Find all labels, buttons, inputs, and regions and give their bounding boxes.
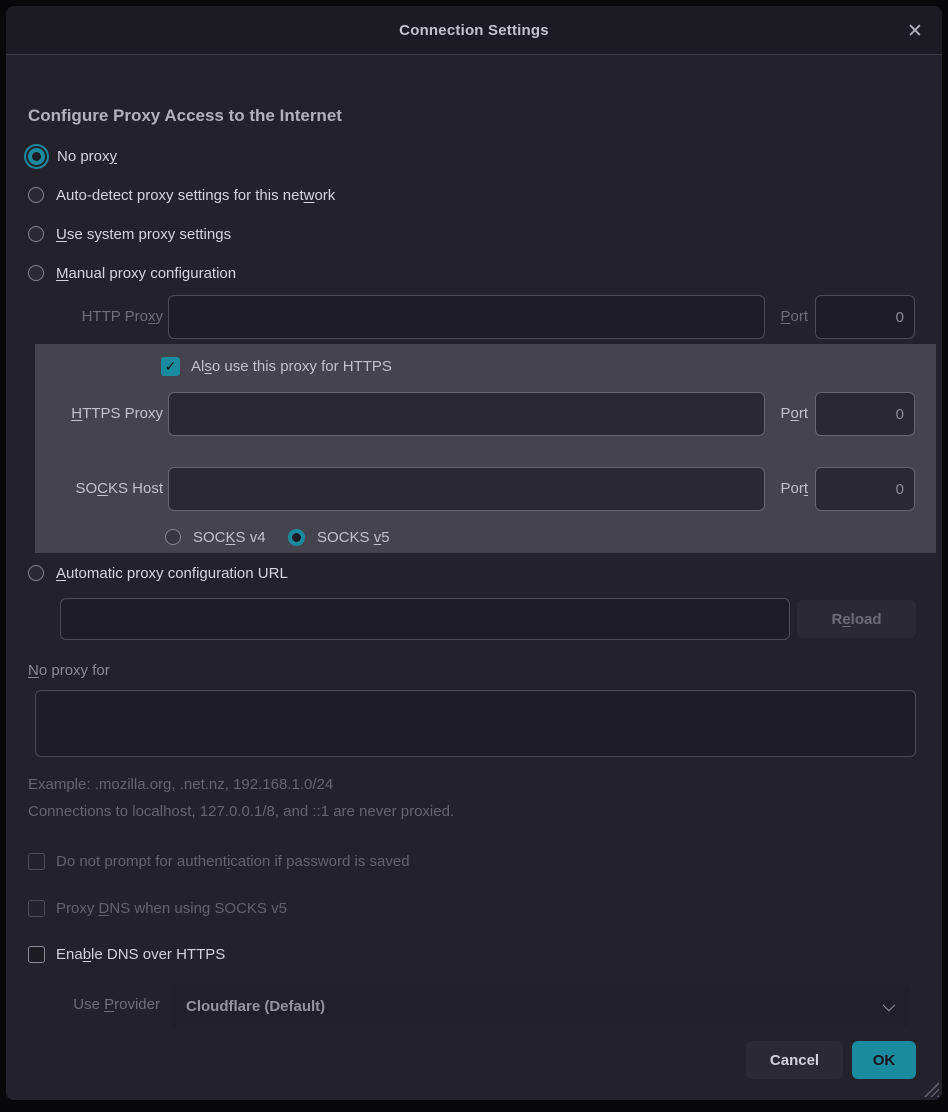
doh-provider-select[interactable]: Cloudflare (Default) <box>172 985 910 1027</box>
http-proxy-input[interactable] <box>168 295 765 339</box>
radio-row-socks-v4[interactable]: SOCKS v4 <box>165 525 266 549</box>
no-proxy-for-textarea[interactable] <box>35 690 916 757</box>
socks-port-input[interactable] <box>815 467 915 511</box>
radio-socks-v4-label: SOCKS v4 <box>193 529 266 546</box>
proxy-dns-socks5-checkbox[interactable] <box>28 900 45 917</box>
auto-url-input[interactable] <box>60 598 790 640</box>
ok-button[interactable]: OK <box>852 1041 916 1079</box>
enable-doh-label: Enable DNS over HTTPS <box>56 946 225 963</box>
radio-system-proxy-label: Use system proxy settings <box>56 226 231 243</box>
radio-auto-detect-label: Auto-detect proxy settings for this netw… <box>56 187 335 204</box>
dialog-titlebar: Connection Settings ✕ <box>6 6 942 55</box>
http-port-input[interactable] <box>815 295 915 339</box>
page-title: Configure Proxy Access to the Internet <box>28 106 342 126</box>
radio-row-auto-url[interactable]: Automatic proxy configuration URL <box>28 561 288 585</box>
chevron-down-icon <box>883 998 896 1011</box>
share-proxy-label: Also use this proxy for HTTPS <box>191 358 392 375</box>
socks-host-label: SOCKS Host <box>28 467 163 511</box>
proxy-dns-socks5-row[interactable]: Proxy DNS when using SOCKS v5 <box>28 896 287 920</box>
share-proxy-checkbox-row[interactable]: ✓ Also use this proxy for HTTPS <box>161 354 392 378</box>
radio-socks-v5-label: SOCKS v5 <box>317 529 390 546</box>
resize-grip[interactable] <box>923 1081 939 1097</box>
cancel-button[interactable]: Cancel <box>746 1041 843 1079</box>
no-prompt-auth-label: Do not prompt for authentication if pass… <box>56 853 410 870</box>
use-provider-label: Use Provider <box>28 996 160 1013</box>
radio-auto-url[interactable] <box>28 565 44 581</box>
check-icon: ✓ <box>165 359 177 373</box>
doh-provider-value: Cloudflare (Default) <box>186 998 325 1015</box>
radio-no-proxy-label: No proxy <box>57 148 117 165</box>
close-button[interactable]: ✕ <box>900 16 930 46</box>
no-prompt-auth-row[interactable]: Do not prompt for authentication if pass… <box>28 849 410 873</box>
enable-doh-row[interactable]: Enable DNS over HTTPS <box>28 942 225 966</box>
radio-system-proxy[interactable] <box>28 226 44 242</box>
https-port-input[interactable] <box>815 392 915 436</box>
socks-host-input[interactable] <box>168 467 765 511</box>
close-icon: ✕ <box>907 20 923 42</box>
localhost-note-text: Connections to localhost, 127.0.0.1/8, a… <box>28 803 454 820</box>
radio-auto-detect[interactable] <box>28 187 44 203</box>
enable-doh-checkbox[interactable] <box>28 946 45 963</box>
connection-settings-dialog: Connection Settings ✕ Configure Proxy Ac… <box>6 6 942 1100</box>
socks-port-label: Port <box>748 467 808 511</box>
no-proxy-example-text: Example: .mozilla.org, .net.nz, 192.168.… <box>28 776 333 793</box>
radio-auto-url-label: Automatic proxy configuration URL <box>56 565 288 582</box>
https-port-label: Port <box>748 392 808 436</box>
no-proxy-for-label: No proxy for <box>28 662 110 679</box>
http-port-label: Port <box>748 295 808 339</box>
radio-socks-v5[interactable] <box>288 529 305 546</box>
share-proxy-checkbox[interactable]: ✓ <box>161 357 180 376</box>
http-proxy-label: HTTP Proxy <box>28 295 163 339</box>
radio-row-auto-detect[interactable]: Auto-detect proxy settings for this netw… <box>28 183 335 207</box>
https-proxy-label: HTTPS Proxy <box>28 392 163 436</box>
reload-button[interactable]: Reload <box>797 600 916 638</box>
dialog-title: Connection Settings <box>399 22 549 39</box>
proxy-dns-socks5-label: Proxy DNS when using SOCKS v5 <box>56 900 287 917</box>
radio-socks-v4[interactable] <box>165 529 181 545</box>
radio-no-proxy[interactable] <box>28 148 45 165</box>
radio-row-system-proxy[interactable]: Use system proxy settings <box>28 222 231 246</box>
radio-row-no-proxy[interactable]: No proxy <box>28 144 117 168</box>
no-prompt-auth-checkbox[interactable] <box>28 853 45 870</box>
radio-manual-proxy[interactable] <box>28 265 44 281</box>
radio-manual-proxy-label: Manual proxy configuration <box>56 265 236 282</box>
https-proxy-input[interactable] <box>168 392 765 436</box>
radio-row-manual-proxy[interactable]: Manual proxy configuration <box>28 261 236 285</box>
radio-row-socks-v5[interactable]: SOCKS v5 <box>288 525 390 549</box>
